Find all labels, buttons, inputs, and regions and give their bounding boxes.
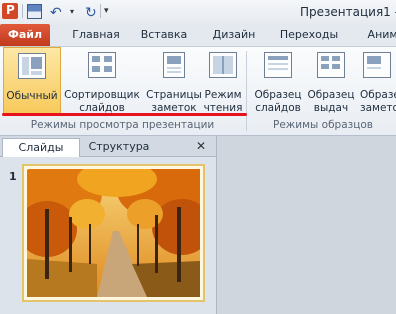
undo-icon[interactable]: ↶	[50, 5, 62, 21]
tab-file[interactable]: Файл	[0, 24, 50, 46]
slide-sorter-icon	[88, 52, 116, 78]
slide-thumbnail[interactable]	[22, 164, 205, 302]
button-label: Режим	[204, 89, 242, 101]
group-label-masters: Режимы образцов	[273, 119, 373, 131]
slide-master-icon	[264, 52, 292, 78]
handout-master-button[interactable]: Образец выдач	[306, 47, 356, 115]
separator	[100, 4, 101, 18]
slide-sorter-button[interactable]: Сортировщик слайдов	[64, 47, 140, 115]
slide-number: 1	[9, 170, 17, 183]
button-label: слайдов	[255, 102, 301, 114]
slide-master-button[interactable]: Образец слайдов	[252, 47, 304, 115]
button-label: Страницы	[146, 89, 202, 101]
tab-slides[interactable]: Слайды	[2, 138, 80, 157]
tab-design[interactable]: Дизайн	[207, 24, 261, 46]
tab-home[interactable]: Главная	[63, 24, 129, 46]
button-label: Образец	[254, 89, 302, 101]
tab-animations[interactable]: Анима	[356, 24, 396, 46]
pane-tabs: Слайды Структура ✕	[0, 136, 216, 157]
powerpoint-app-icon[interactable]	[2, 3, 18, 19]
tab-transitions[interactable]: Переходы	[274, 24, 344, 46]
notes-page-icon	[163, 52, 185, 78]
group-label-views: Режимы просмотра презентации	[30, 119, 215, 131]
reading-view-button[interactable]: Режим чтения	[203, 47, 243, 115]
notes-master-icon	[363, 52, 391, 78]
ribbon-view: Обычный Сортировщик слайдов Страницы замет…	[0, 46, 396, 136]
autumn-road-image	[27, 169, 200, 297]
notes-page-button[interactable]: Страницы заметок	[145, 47, 203, 115]
separator	[22, 4, 23, 18]
button-label: замето	[360, 102, 396, 114]
slides-pane: Слайды Структура ✕ 1	[0, 136, 217, 314]
normal-view-icon	[18, 53, 46, 79]
highlight-underline	[2, 113, 247, 116]
tab-insert[interactable]: Вставка	[134, 24, 194, 46]
group-divider	[246, 51, 247, 131]
button-label: выдач	[313, 102, 349, 114]
redo-icon[interactable]: ↻	[85, 5, 97, 21]
normal-view-button[interactable]: Обычный	[3, 47, 61, 115]
button-label: Образец	[360, 89, 396, 101]
button-label: Сортировщик	[64, 89, 140, 101]
reading-view-icon	[209, 52, 237, 78]
tab-outline[interactable]: Структура	[82, 138, 156, 156]
button-label: Образец	[307, 89, 355, 101]
window-title: Презентация1 -	[300, 5, 396, 19]
save-icon[interactable]	[27, 4, 42, 19]
button-label: Обычный	[6, 90, 58, 102]
ribbon-tabs: Файл Главная Вставка Дизайн Переходы Ани…	[0, 24, 396, 46]
title-bar: ↶ ▾ ↻ ▾ Презентация1 -	[0, 0, 396, 25]
handout-master-icon	[317, 52, 345, 78]
customize-toolbar-icon[interactable]: ▾	[104, 6, 109, 16]
undo-dropdown-icon[interactable]: ▾	[70, 7, 74, 16]
notes-master-button[interactable]: Образецзамето	[358, 47, 396, 115]
slide-editing-area[interactable]	[217, 136, 396, 314]
close-icon[interactable]: ✕	[196, 139, 206, 153]
autumn-road-illustration	[27, 169, 200, 297]
